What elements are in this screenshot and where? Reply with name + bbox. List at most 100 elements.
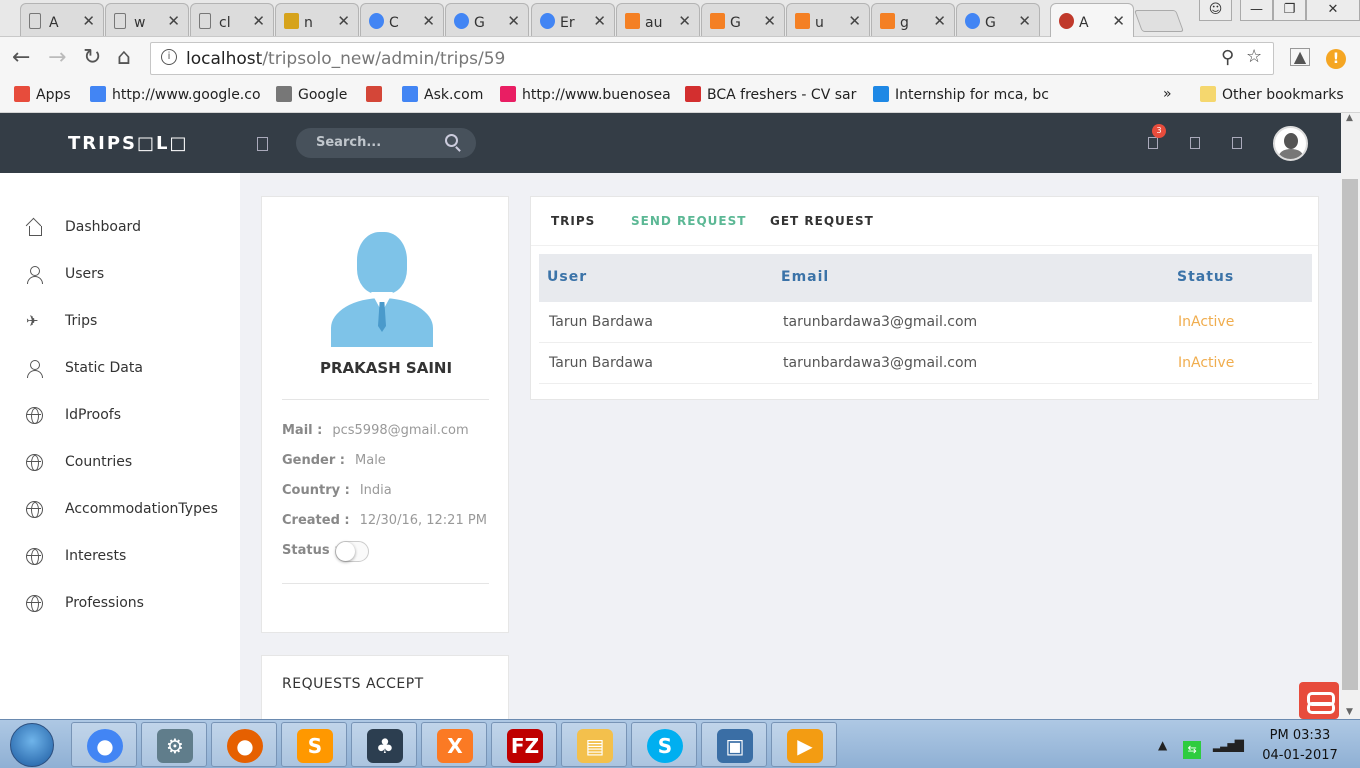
browser-tab[interactable]: n ✕	[275, 3, 359, 36]
bookmark-item[interactable]: Internship for mca, bc	[873, 86, 1049, 103]
taskbar-system-button[interactable]: ⚙	[141, 722, 207, 767]
browser-tab[interactable]: G ✕	[956, 3, 1040, 36]
signal-icon[interactable]: ▂▃▅▇	[1213, 738, 1244, 752]
tab-close-icon[interactable]: ✕	[422, 12, 435, 30]
browser-tab[interactable]: w ✕	[105, 3, 189, 36]
tab-close-icon[interactable]: ✕	[1018, 12, 1031, 30]
sidebar-item-professions[interactable]: Professions	[26, 593, 236, 617]
tab-close-icon[interactable]: ✕	[678, 12, 691, 30]
browser-tab[interactable]: A ✕	[1050, 3, 1134, 37]
taskbar-filezilla-button[interactable]: FZ	[491, 722, 557, 767]
scrollbar-thumb[interactable]	[1342, 179, 1358, 690]
tab-close-icon[interactable]: ✕	[167, 12, 180, 30]
bookmarks-overflow-button[interactable]: »	[1163, 86, 1172, 102]
bookmark-item[interactable]: http://www.buenosea	[500, 86, 671, 103]
new-tab-button[interactable]	[1133, 10, 1185, 32]
taskbar-tree-button[interactable]: ♣	[351, 722, 417, 767]
sidebar-item-trips[interactable]: ✈ Trips	[26, 311, 236, 335]
network-sync-icon[interactable]: ⇆	[1183, 741, 1202, 759]
bookmark-item[interactable]: BCA freshers - CV sar	[685, 86, 856, 103]
browser-tab[interactable]: cl ✕	[190, 3, 274, 36]
sidebar-item-accommodationtypes[interactable]: AccommodationTypes	[26, 499, 236, 523]
tab-close-icon[interactable]: ✕	[1112, 12, 1125, 30]
sidebar-item-users[interactable]: Users	[26, 264, 236, 288]
browser-tab[interactable]: u ✕	[786, 3, 870, 36]
maximize-button[interactable]: ❐	[1273, 0, 1306, 21]
close-window-button[interactable]: ✕	[1306, 0, 1360, 21]
taskbar-network-button[interactable]: ▣	[701, 722, 767, 767]
browser-tab[interactable]: A ✕	[20, 3, 104, 36]
app-logo[interactable]: TRIPS□L□	[68, 133, 188, 154]
sidebar-item-dashboard[interactable]: Dashboard	[26, 217, 236, 241]
tab-close-icon[interactable]: ✕	[337, 12, 350, 30]
tab-send-request[interactable]: SEND REQUEST	[631, 214, 746, 228]
tab-close-icon[interactable]: ✕	[507, 12, 520, 30]
taskbar-explorer-button[interactable]: ▤	[561, 722, 627, 767]
table-row[interactable]: Tarun Bardawa tarunbardawa3@gmail.com InAc…	[539, 343, 1312, 384]
message-icon[interactable]	[1190, 137, 1200, 149]
taskbar-sublime-button[interactable]: S	[281, 722, 347, 767]
chrome-alert-icon[interactable]: !	[1326, 49, 1346, 69]
bookmark-item[interactable]: http://www.google.co	[90, 86, 261, 103]
user-icon	[26, 360, 43, 378]
sidebar-item-idproofs[interactable]: IdProofs	[26, 405, 236, 429]
reload-icon[interactable]: ↻	[83, 45, 101, 70]
tab-close-icon[interactable]: ✕	[82, 12, 95, 30]
taskbar-media-button[interactable]: ▶	[771, 722, 837, 767]
floating-widget-icon[interactable]	[1299, 682, 1339, 719]
gender-value: Male	[355, 453, 386, 468]
minimize-button[interactable]: —	[1240, 0, 1273, 21]
user-profile-icon[interactable]: ☺	[1199, 0, 1232, 21]
sidebar-item-interests[interactable]: Interests	[26, 546, 236, 570]
info-icon[interactable]: i	[161, 49, 177, 65]
address-bar[interactable]: i localhost/tripsolo_new/admin/trips/59 …	[150, 42, 1274, 75]
avatar[interactable]	[1273, 126, 1308, 161]
country-label: Country :	[282, 483, 350, 498]
bookmark-item[interactable]	[366, 86, 388, 103]
other-bookmarks[interactable]: Other bookmarks	[1200, 86, 1344, 103]
tab-close-icon[interactable]: ✕	[933, 12, 946, 30]
extension-icon[interactable]: ▲	[1290, 48, 1310, 66]
globe-icon	[26, 501, 43, 518]
tab-trips[interactable]: TRIPS	[551, 214, 595, 228]
browser-tab[interactable]: C ✕	[360, 3, 444, 36]
zoom-icon[interactable]: ⚲	[1221, 47, 1234, 68]
search-icon[interactable]	[445, 134, 458, 147]
clock[interactable]: PM 03:33 04-01-2017	[1255, 726, 1345, 766]
tab-close-icon[interactable]: ✕	[848, 12, 861, 30]
bookmark-item[interactable]: Apps	[14, 86, 71, 103]
settings-icon[interactable]	[1232, 137, 1242, 149]
browser-tab[interactable]: G ✕	[445, 3, 529, 36]
taskbar-chrome-button[interactable]: ●	[71, 722, 137, 767]
browser-tab[interactable]: Er ✕	[531, 3, 615, 36]
bookmark-item[interactable]: Google	[276, 86, 347, 103]
notification-icon[interactable]	[1148, 137, 1158, 149]
bookmark-label: BCA freshers - CV sar	[707, 87, 857, 103]
sidebar-item-static-data[interactable]: Static Data	[26, 358, 236, 382]
table-row[interactable]: Tarun Bardawa tarunbardawa3@gmail.com InAc…	[539, 302, 1312, 343]
status-toggle[interactable]	[335, 541, 369, 562]
taskbar-skype-button[interactable]: S	[631, 722, 697, 767]
bookmark-star-icon[interactable]: ☆	[1246, 46, 1262, 67]
taskbar-xampp-button[interactable]: X	[421, 722, 487, 767]
browser-tab[interactable]: g ✕	[871, 3, 955, 36]
sidebar-item-countries[interactable]: Countries	[26, 452, 236, 476]
page-scrollbar[interactable]: ▲ ▼	[1341, 113, 1360, 719]
tab-close-icon[interactable]: ✕	[593, 12, 606, 30]
tab-get-request[interactable]: GET REQUEST	[770, 214, 874, 228]
scroll-down-icon[interactable]: ▼	[1346, 707, 1353, 717]
bookmark-item[interactable]: Ask.com	[402, 86, 483, 103]
scroll-up-icon[interactable]: ▲	[1346, 113, 1353, 123]
tab-close-icon[interactable]: ✕	[763, 12, 776, 30]
taskbar-firefox-button[interactable]: ●	[211, 722, 277, 767]
tab-close-icon[interactable]: ✕	[252, 12, 265, 30]
search-input[interactable]: Search...	[296, 128, 476, 158]
menu-toggle-icon[interactable]	[257, 137, 268, 151]
back-icon[interactable]: ←	[12, 45, 30, 70]
home-icon[interactable]: ⌂	[117, 45, 131, 70]
tray-expand-icon[interactable]: ▲	[1158, 738, 1167, 752]
forward-icon[interactable]: →	[48, 45, 66, 70]
browser-tab[interactable]: G ✕	[701, 3, 785, 36]
start-button[interactable]	[10, 723, 54, 767]
browser-tab[interactable]: au ✕	[616, 3, 700, 36]
